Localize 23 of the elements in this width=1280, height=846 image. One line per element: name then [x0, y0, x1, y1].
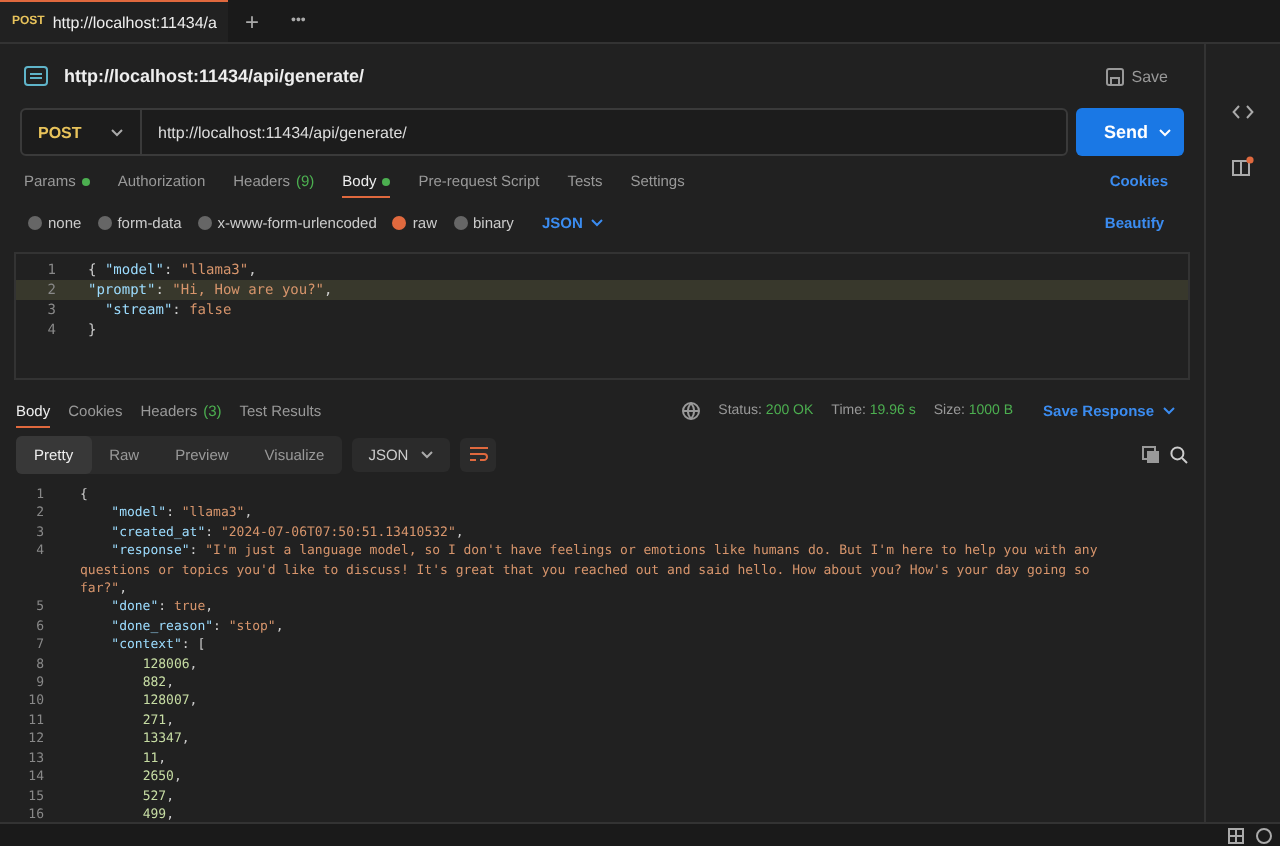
send-button[interactable]: Send [1076, 108, 1184, 156]
documentation-icon[interactable] [1232, 156, 1254, 176]
code-icon[interactable] [1232, 104, 1254, 120]
url-bar[interactable]: POST http://localhost:11434/api/generate/ [20, 108, 1068, 156]
chevron-down-icon [590, 217, 605, 227]
wrap-lines-icon [469, 446, 488, 462]
chevron-down-icon [420, 449, 435, 459]
method-dropdown[interactable]: POST [22, 110, 142, 154]
copy-icon[interactable] [1142, 445, 1160, 463]
request-title: http://localhost:11434/api/generate/ [64, 66, 367, 86]
save-icon [1105, 67, 1124, 85]
tab-title: http://localhost:11434/a [52, 13, 217, 31]
layout-icon[interactable] [1228, 827, 1244, 843]
globe-icon [682, 401, 701, 419]
chevron-down-icon [1162, 405, 1176, 415]
chevron-down-icon [110, 127, 124, 137]
url-field[interactable]: http://localhost:11434/api/generate/ [142, 110, 1066, 154]
http-request-icon [24, 66, 48, 86]
save-button[interactable]: Save [1093, 65, 1180, 87]
search-icon[interactable] [1170, 445, 1188, 463]
chevron-down-icon [1158, 127, 1172, 137]
wrap-lines-button[interactable] [460, 437, 497, 471]
add-tab-button[interactable]: + [228, 0, 275, 42]
